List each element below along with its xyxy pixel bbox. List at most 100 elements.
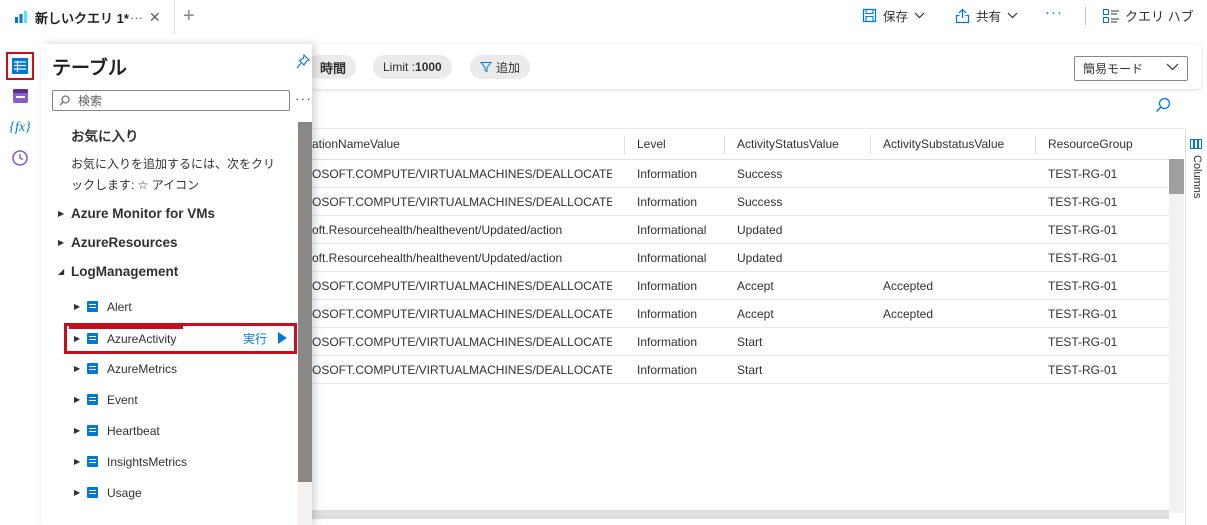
table-item-heartbeat[interactable]: ▶ Heartbeat [65, 415, 295, 446]
chevron-right-icon: ▶ [74, 457, 81, 466]
table-icon [87, 487, 98, 498]
table-cell: Information [637, 166, 698, 181]
mode-select[interactable]: 簡易モード [1074, 56, 1188, 81]
run-label[interactable]: 実行 [243, 330, 267, 347]
table-cell: TEST-RG-01 [1048, 334, 1118, 349]
time-range-pill[interactable]: 時間 [306, 55, 357, 79]
table-label: AzureActivity [107, 331, 177, 346]
table-row[interactable]: OSOFT.COMPUTE/VIRTUALMACHINES/DEALLOCATE… [312, 356, 1170, 384]
table-cell: Accept [737, 306, 774, 321]
column-divider[interactable] [624, 135, 625, 154]
column-header[interactable]: ActivityStatusValue [737, 129, 867, 159]
search-input[interactable] [78, 93, 278, 108]
table-cell: Accepted [883, 278, 934, 293]
column-header[interactable]: ActivitySubstatusValue [883, 129, 1033, 159]
table-cell [883, 244, 1033, 271]
functions-icon: {fx} [9, 120, 31, 135]
group-logmanagement[interactable]: ◢ LogManagement [58, 264, 178, 279]
table-row[interactable]: oft.Resourcehealth/healthevent/Updated/a… [312, 216, 1170, 244]
table-label: Usage [107, 485, 142, 500]
share-label: 共有 [976, 10, 1002, 24]
columns-sidebar-label[interactable]: Columns [1191, 155, 1203, 198]
table-item-event[interactable]: ▶ Event [65, 384, 295, 415]
chevron-right-icon: ▶ [58, 238, 65, 247]
queries-nav-button[interactable] [6, 82, 34, 110]
table-label: InsightsMetrics [107, 454, 188, 469]
table-item-insightsmetrics[interactable]: ▶ InsightsMetrics [65, 446, 295, 477]
save-button[interactable]: 保存 [862, 6, 925, 25]
history-icon [12, 150, 28, 166]
panel-scrollbar-thumb[interactable] [298, 122, 312, 482]
more-button[interactable]: ··· [1045, 4, 1063, 21]
group-azure-monitor-for-vms[interactable]: ▶ Azure Monitor for VMs [58, 206, 215, 221]
table-row[interactable]: OSOFT.COMPUTE/VIRTUALMACHINES/DEALLOCATE… [312, 300, 1170, 328]
share-icon [955, 8, 970, 23]
limit-pill[interactable]: Limit : 1000 [373, 55, 452, 79]
query-toolbar: 時間 Limit : 1000 追加 簡易モード [306, 44, 1201, 89]
add-filter-pill[interactable]: 追加 [470, 55, 531, 79]
chevron-expanded-icon: ◢ [58, 267, 65, 276]
history-nav-button[interactable] [6, 144, 34, 172]
chevron-down-icon [1166, 63, 1179, 71]
search-icon [59, 95, 70, 106]
filter-icon [480, 62, 492, 73]
column-divider[interactable] [724, 135, 725, 154]
table-row[interactable]: OSOFT.COMPUTE/VIRTUALMACHINES/DEALLOCATE… [312, 160, 1170, 188]
limit-prefix: Limit : [383, 60, 416, 74]
panel-more-button[interactable]: ··· [295, 90, 312, 106]
pin-icon[interactable] [296, 54, 310, 69]
table-icon [87, 333, 98, 344]
table-item-usage[interactable]: ▶ Usage [65, 477, 295, 508]
column-divider[interactable] [870, 135, 871, 154]
left-icon-rail: {fx} [0, 44, 40, 525]
table-item-alert[interactable]: ▶ Alert [65, 291, 295, 322]
group-label: Azure Monitor for VMs [71, 206, 215, 221]
tab-new-query[interactable]: 新しいクエリ 1* ··· ✕ [0, 0, 175, 34]
chevron-down-icon [914, 12, 925, 19]
grid-vertical-scrollbar-thumb[interactable] [1169, 159, 1184, 194]
table-row[interactable]: OSOFT.COMPUTE/VIRTUALMACHINES/DEALLOCATE… [312, 272, 1170, 300]
close-icon[interactable]: ✕ [149, 9, 161, 26]
table-cell [883, 160, 1033, 187]
table-icon [87, 425, 98, 436]
toolbar-divider [1085, 7, 1086, 25]
run-icon[interactable] [278, 332, 287, 344]
grid-vertical-scrollbar[interactable] [1169, 159, 1184, 513]
chevron-right-icon: ▶ [74, 302, 81, 311]
column-header[interactable]: Level [637, 129, 727, 159]
limit-value: 1000 [415, 60, 442, 74]
column-header[interactable]: ationNameValue [312, 129, 612, 159]
tables-nav-button[interactable] [6, 52, 34, 80]
table-cell: Information [637, 278, 698, 293]
table-cell: Start [737, 362, 763, 377]
functions-nav-button[interactable]: {fx} [6, 114, 34, 142]
table-row[interactable]: oft.Resourcehealth/healthevent/Updated/a… [312, 244, 1170, 272]
table-label: Heartbeat [107, 423, 160, 438]
queries-icon [12, 89, 28, 103]
table-icon [87, 363, 98, 374]
chevron-right-icon: ▶ [74, 426, 81, 435]
favorites-hint: お気に入りを追加するには、次をクリックします: ☆ アイコン [71, 157, 276, 192]
search-icon[interactable] [1155, 97, 1171, 113]
share-button[interactable]: 共有 [955, 6, 1018, 25]
table-cell: Information [637, 334, 698, 349]
new-tab-button[interactable]: + [183, 5, 195, 28]
column-header[interactable]: ResourceGroup [1048, 129, 1168, 159]
table-search-box[interactable] [52, 90, 290, 111]
table-cell [883, 328, 1033, 355]
table-cell: TEST-RG-01 [1048, 194, 1118, 209]
query-hub-label: クエリ ハブ [1125, 9, 1194, 24]
table-row[interactable]: OSOFT.COMPUTE/VIRTUALMACHINES/DEALLOCATE… [312, 188, 1170, 216]
column-divider[interactable] [1035, 135, 1036, 154]
grid-horizontal-scrollbar[interactable] [312, 510, 1169, 519]
table-row[interactable]: OSOFT.COMPUTE/VIRTUALMACHINES/DEALLOCATE… [312, 328, 1170, 356]
table-cell: Accepted [883, 306, 934, 321]
tab-title: 新しいクエリ 1* [35, 10, 129, 26]
log-analytics-icon [15, 11, 27, 23]
tab-ellipsis: ··· [129, 9, 143, 25]
query-hub-button[interactable]: クエリ ハブ [1103, 6, 1194, 25]
table-icon [87, 456, 98, 467]
group-azureresources[interactable]: ▶ AzureResources [58, 235, 178, 250]
table-item-azureactivity[interactable]: ▶ AzureActivity 実行 [65, 323, 295, 354]
table-item-azuremetrics[interactable]: ▶ AzureMetrics [65, 353, 295, 384]
